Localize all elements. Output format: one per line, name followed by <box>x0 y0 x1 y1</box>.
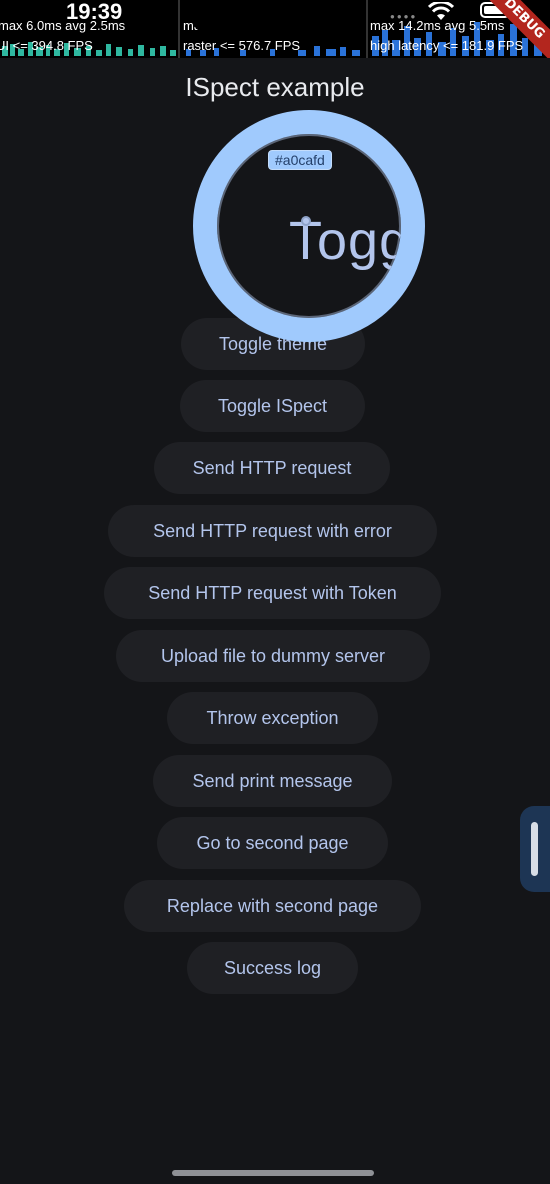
perf-latency-line2: high latency <= 181.9 FPS <box>370 38 524 53</box>
success-log-button[interactable]: Success log <box>187 942 358 994</box>
send-http-request-token-button[interactable]: Send HTTP request with Token <box>104 567 441 619</box>
perf-ui-line2: UI <= 394.8 FPS <box>0 38 93 53</box>
page-title: ISpect example <box>185 72 365 102</box>
replace-with-second-page-button[interactable]: Replace with second page <box>124 880 421 932</box>
cellular-signal-icon: ●●●● <box>390 12 418 21</box>
home-indicator[interactable] <box>172 1170 374 1176</box>
send-http-request-error-button[interactable]: Send HTTP request with error <box>108 505 437 557</box>
upload-file-button[interactable]: Upload file to dummy server <box>116 630 430 682</box>
send-print-message-button[interactable]: Send print message <box>153 755 392 807</box>
throw-exception-button[interactable]: Throw exception <box>167 692 378 744</box>
picked-color-hex: #a0cafd <box>268 150 332 170</box>
go-to-second-page-button[interactable]: Go to second page <box>157 817 388 869</box>
status-time: 19:39 <box>66 0 123 24</box>
color-picker-magnifier[interactable]: Toggle <box>193 110 425 342</box>
send-http-request-button[interactable]: Send HTTP request <box>154 442 390 494</box>
toggle-ispect-button[interactable]: Toggle ISpect <box>180 380 365 432</box>
crosshair-icon <box>301 216 311 226</box>
camera-notch <box>190 0 354 34</box>
wifi-icon <box>427 0 455 27</box>
perf-raster-line2: raster <= 576.7 FPS <box>183 38 301 53</box>
status-bar: max 6.0ms avg 2.5ms UI <= 394.8 FPS ma r… <box>0 0 550 58</box>
ispect-panel-handle[interactable] <box>520 806 550 892</box>
